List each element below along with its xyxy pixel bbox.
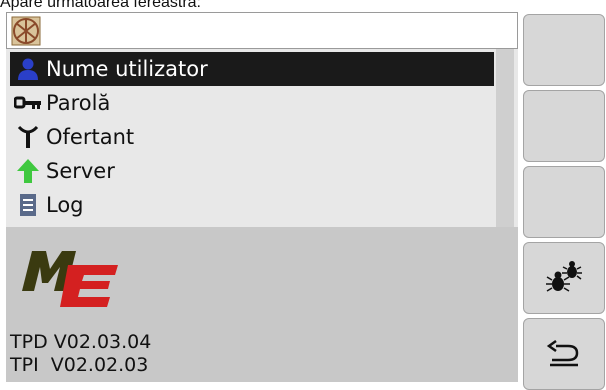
- info-panel: TPD V02.03.04 TPI V02.02.03: [6, 227, 518, 382]
- menu-item-parola[interactable]: Parolă: [10, 86, 494, 120]
- back-button[interactable]: [523, 318, 605, 390]
- key-icon: [10, 86, 46, 120]
- tpi-version: TPI V02.02.03: [10, 354, 149, 376]
- menu-item-label: Log: [46, 193, 84, 217]
- return-arrow-icon: [546, 340, 579, 367]
- main-panel: Nume utilizator Parolă Ofertant Server L…: [6, 12, 518, 382]
- tpd-version: TPD V02.03.04: [10, 331, 152, 353]
- header-bar: [6, 12, 518, 49]
- app-logo-icon: [11, 16, 41, 46]
- menu-item-label: Ofertant: [46, 125, 135, 149]
- bugs-diagnostics-button[interactable]: [523, 242, 605, 314]
- softkey-2[interactable]: [523, 90, 605, 162]
- menu-scrollbar[interactable]: [496, 49, 514, 227]
- up-arrow-icon: [10, 154, 46, 188]
- terminal-screen: Nume utilizator Parolă Ofertant Server L…: [6, 12, 606, 390]
- me-logo: [22, 251, 118, 307]
- menu-item-ofertant[interactable]: Ofertant: [10, 120, 494, 154]
- menu-item-label: Server: [46, 159, 115, 183]
- antenna-icon: [10, 120, 46, 154]
- user-icon: [10, 52, 46, 86]
- softkey-bar: [520, 12, 606, 390]
- menu-item-server[interactable]: Server: [10, 154, 494, 188]
- menu-item-label: Nume utilizator: [46, 57, 208, 81]
- menu-item-log[interactable]: Log: [10, 188, 494, 222]
- log-file-icon: [10, 188, 46, 222]
- bugs-icon: [546, 261, 582, 292]
- settings-menu: Nume utilizator Parolă Ofertant Server L…: [6, 49, 518, 227]
- menu-item-nume-utilizator[interactable]: Nume utilizator: [10, 52, 494, 86]
- page-caption: Apare următoarea fereastră:: [0, 0, 201, 11]
- softkey-1[interactable]: [523, 14, 605, 86]
- softkey-3[interactable]: [523, 166, 605, 238]
- menu-item-label: Parolă: [46, 91, 111, 115]
